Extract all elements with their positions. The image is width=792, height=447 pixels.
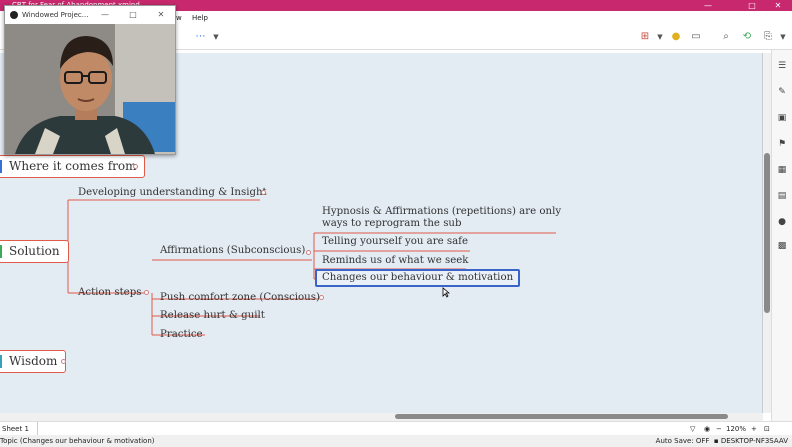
image-icon[interactable]: ▣ — [776, 112, 788, 124]
close-button[interactable]: ✕ — [766, 0, 790, 11]
zoom-in-button[interactable]: + — [751, 422, 757, 436]
share-icon[interactable]: ⟲ — [740, 30, 754, 44]
horizontal-scroll-thumb[interactable] — [395, 414, 728, 419]
outline-icon[interactable]: ▤ — [776, 190, 788, 202]
webcam-minimize-button[interactable]: — — [99, 6, 111, 24]
expand-toggle[interactable] — [61, 359, 66, 364]
topic-solution[interactable]: Solution — [0, 240, 69, 263]
webcam-close-button[interactable]: ✕ — [155, 6, 167, 24]
topic-changes-behaviour[interactable]: Changes our behaviour & motivation — [315, 269, 521, 287]
comment-icon[interactable]: ● — [776, 216, 788, 228]
eye-icon[interactable]: ◉ — [704, 422, 710, 436]
maximize-button[interactable]: □ — [740, 0, 764, 11]
zoom-out-button[interactable]: − — [716, 422, 722, 436]
insert-topic-icon[interactable]: ⊞ — [638, 30, 652, 44]
vertical-scroll-thumb[interactable] — [764, 153, 770, 313]
presenter-image — [5, 24, 175, 154]
expand-toggle[interactable] — [261, 190, 266, 195]
topic-hypnosis[interactable]: Hypnosis & Affirmations (repetitions) ar… — [322, 206, 562, 230]
expand-toggle[interactable] — [144, 290, 149, 295]
format-icon[interactable]: ☰ — [776, 60, 788, 72]
export-icon[interactable]: ⎘ — [761, 30, 775, 44]
filter-icon[interactable]: ▽ — [690, 422, 695, 436]
more-icon[interactable]: ⋯ — [194, 30, 208, 44]
menu-view[interactable]: w — [176, 11, 182, 25]
topic-where-it-comes-from[interactable]: Where it comes from — [0, 155, 146, 178]
fit-map-icon[interactable]: ⊡ — [764, 422, 770, 436]
style-brush-icon[interactable]: ✎ — [776, 86, 788, 98]
status-bar: Topic (Changes our behaviour & motivatio… — [0, 435, 792, 447]
expand-toggle[interactable] — [319, 295, 324, 300]
topic-color-bar — [0, 355, 2, 368]
sheet-tab[interactable]: Sheet 1 — [0, 422, 38, 435]
sheet-bar: Sheet 1 ▽ ◉ − 120% + ⊡ — [0, 421, 792, 435]
calendar-icon[interactable]: ▦ — [776, 164, 788, 176]
topic-telling-yourself[interactable]: Telling yourself you are safe — [322, 236, 468, 248]
topic-reminds-us[interactable]: Reminds us of what we seek — [322, 255, 468, 267]
expand-toggle[interactable] — [306, 250, 311, 255]
flag-icon[interactable]: ⚑ — [776, 138, 788, 150]
status-selected-topic: Topic (Changes our behaviour & motivatio… — [0, 437, 155, 445]
webcam-video-feed — [5, 24, 175, 154]
search-icon[interactable]: ⌕ — [719, 30, 733, 44]
status-computer-name: DESKTOP-NF3SAAV — [720, 437, 788, 445]
topic-practice[interactable]: Practice — [160, 329, 203, 341]
topic-affirmations[interactable]: Affirmations (Subconscious) — [160, 245, 305, 257]
projector-app-icon — [10, 11, 18, 19]
topic-action-steps[interactable]: Action steps — [78, 287, 141, 299]
topic-label: Solution — [9, 244, 60, 258]
right-panel: ☰ ✎ ▣ ⚑ ▦ ▤ ● ▩ — [771, 50, 792, 421]
menu-help[interactable]: Help — [192, 11, 208, 25]
webcam-window[interactable]: Windowed Projec... — □ ✕ — [4, 5, 176, 155]
expand-toggle[interactable] — [133, 164, 138, 169]
topic-release-hurt[interactable]: Release hurt & guilt — [160, 310, 265, 322]
webcam-window-title: Windowed Projec... — [22, 11, 89, 19]
topic-label: Where it comes from — [9, 159, 137, 173]
export-dropdown-icon[interactable]: ▼ — [776, 30, 790, 44]
topic-developing-understanding[interactable]: Developing understanding & Insight — [78, 187, 267, 199]
zoom-level[interactable]: 120% — [726, 422, 746, 436]
status-right: Auto Save: OFF ▪ DESKTOP-NF3SAAV — [656, 435, 788, 447]
webcam-title-bar[interactable]: Windowed Projec... — □ ✕ — [5, 6, 175, 24]
topic-label: Wisdom — [9, 354, 58, 368]
webcam-maximize-button[interactable]: □ — [127, 6, 139, 24]
cursor-icon — [442, 287, 450, 298]
lightbulb-icon[interactable]: ● — [669, 30, 683, 44]
insert-dropdown-icon[interactable]: ▼ — [653, 30, 667, 44]
topic-push-comfort-zone[interactable]: Push comfort zone (Conscious) — [160, 292, 320, 304]
chevron-down-icon[interactable]: ▼ — [209, 30, 223, 44]
task-icon[interactable]: ▩ — [776, 240, 788, 252]
presentation-icon[interactable]: ▭ — [689, 30, 703, 44]
vertical-scrollbar[interactable] — [763, 53, 771, 413]
topic-wisdom[interactable]: Wisdom — [0, 350, 67, 373]
topic-color-bar — [0, 160, 2, 173]
computer-icon: ▪ — [711, 437, 721, 445]
horizontal-scrollbar[interactable] — [0, 413, 763, 421]
status-autosave[interactable]: Auto Save: OFF — [656, 437, 710, 445]
minimize-button[interactable]: — — [696, 0, 720, 11]
topic-color-bar — [0, 245, 2, 258]
